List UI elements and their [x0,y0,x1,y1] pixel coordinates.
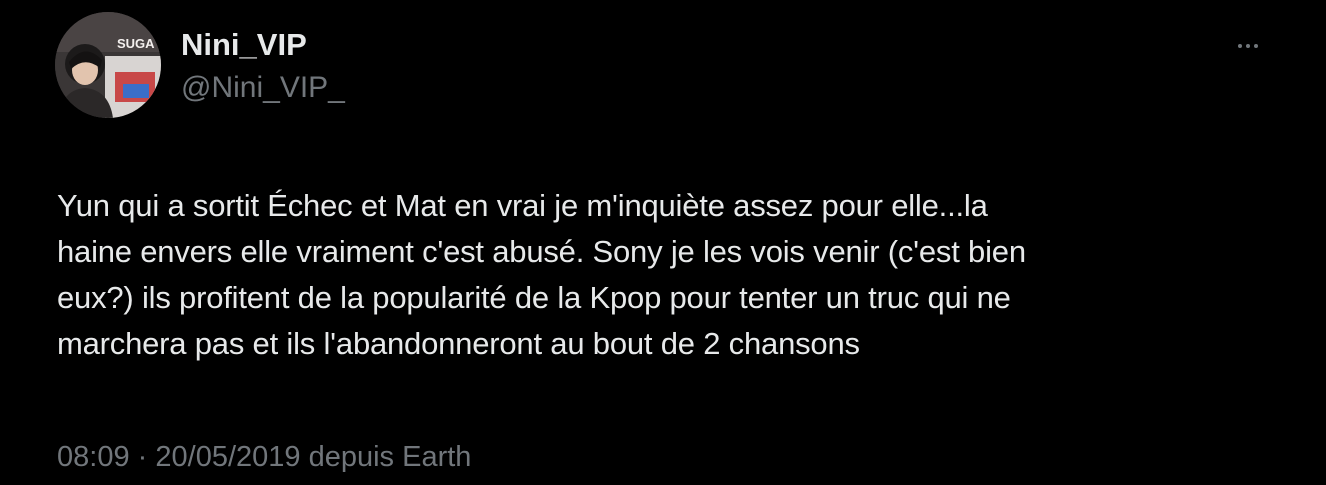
more-button[interactable] [1230,32,1266,60]
more-horizontal-icon [1238,44,1258,48]
tweet-text-line: eux?) ils profitent de la popularité de … [57,280,1011,315]
avatar[interactable]: SUGA [55,12,161,118]
user-handle[interactable]: @Nini_VIP_ [181,70,345,106]
tweet-date[interactable]: 20/05/2019 [155,441,300,473]
tweet-card: SUGA Nini_VIP @Nini_VIP_ Yun qui a sorti… [0,0,1326,485]
tweet-metadata: 08:09 · 20/05/2019 depuis Earth [57,438,471,476]
tweet-time[interactable]: 08:09 [57,441,130,473]
tweet-text-line: Yun qui a sortit Échec et Mat en vrai je… [57,188,988,223]
display-name[interactable]: Nini_VIP [181,26,307,64]
avatar-image: SUGA [55,12,161,118]
meta-separator: · [137,441,148,473]
tweet-text-line: marchera pas et ils l'abandonneront au b… [57,326,860,361]
tweet-text-line: haine envers elle vraiment c'est abusé. … [57,234,1026,269]
tweet-source: depuis Earth [308,441,472,473]
tweet-text: Yun qui a sortit Échec et Mat en vrai je… [57,183,1287,367]
avatar-text: SUGA [117,36,155,51]
